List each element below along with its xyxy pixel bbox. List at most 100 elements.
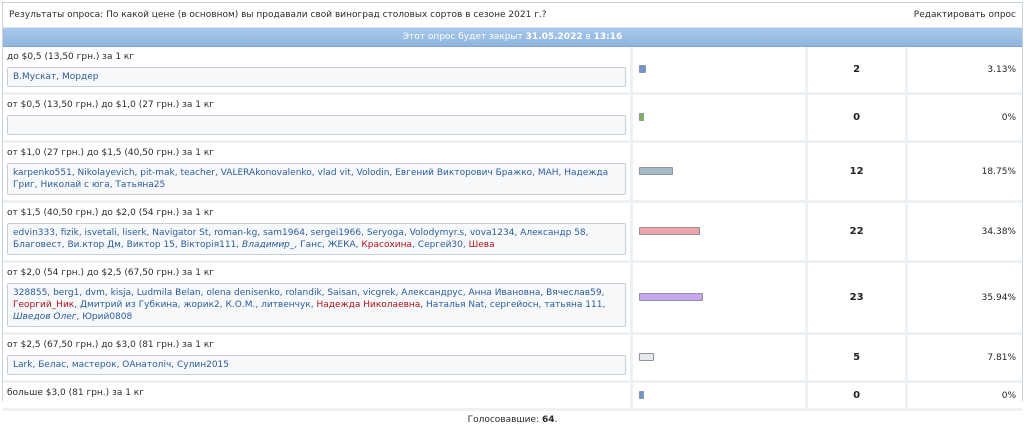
results-table: до $0,5 (13,50 грн.) за 1 кг В.Мускат, Мо… xyxy=(3,47,1022,411)
voter-link[interactable]: sergei1966 xyxy=(311,228,361,238)
voter-link[interactable]: Вячеслав59 xyxy=(546,288,601,298)
voter-link[interactable]: Шева xyxy=(469,240,495,250)
voter-link[interactable]: Татьяна25 xyxy=(115,180,165,190)
voter-link[interactable]: kisja xyxy=(111,288,131,298)
vote-count: 12 xyxy=(808,143,909,203)
voter-link[interactable]: Lark xyxy=(13,360,32,370)
voter-link[interactable]: Красохина xyxy=(361,240,412,250)
voters-total-label: Голосовавшие: xyxy=(467,415,540,425)
voter-link[interactable]: liserk xyxy=(122,228,146,238)
option-label: от $0,5 (13,50 грн.) до $1,0 (27 грн.) з… xyxy=(7,100,214,110)
voter-link[interactable]: Благовест xyxy=(13,240,62,250)
voter-link[interactable]: Navigator St xyxy=(152,228,208,238)
voters-list xyxy=(7,115,627,135)
voter-link[interactable]: Виктор 15 xyxy=(127,240,175,250)
voters-list: В.Мускат, Мордер xyxy=(7,67,627,87)
voter-link[interactable]: teacher xyxy=(181,168,215,178)
bar-cell xyxy=(633,263,809,335)
edit-poll-link[interactable]: Редактировать опрос xyxy=(914,10,1016,20)
voter-link[interactable]: татьяна 111 xyxy=(544,300,602,310)
voter-link[interactable]: мастерок xyxy=(72,360,117,370)
vote-count: 2 xyxy=(808,47,909,95)
result-bar xyxy=(639,167,674,175)
voter-separator: , xyxy=(602,300,606,310)
voter-link[interactable]: Александрус xyxy=(401,288,462,298)
vote-count: 23 xyxy=(808,263,909,335)
result-bar xyxy=(639,353,655,361)
option-cell: от $2,5 (67,50 грн.) до $3,0 (81 грн.) з… xyxy=(3,335,634,383)
voter-link[interactable]: Ви.ктор Дм xyxy=(67,240,120,250)
voter-link[interactable]: roman-kg xyxy=(214,228,257,238)
bar-cell xyxy=(633,95,809,143)
voter-link[interactable]: VALERAkonovalenko xyxy=(221,168,312,178)
voter-link[interactable]: Saisan xyxy=(327,288,357,298)
voter-link[interactable]: olena denisenko xyxy=(206,288,279,298)
voter-link[interactable]: vicgrek xyxy=(363,288,396,298)
poll-option-row: больше $3,0 (81 грн.) за 1 кг 0 0% xyxy=(3,383,1022,411)
voter-link[interactable]: isvetali xyxy=(85,228,117,238)
voter-link[interactable]: К.О.М. xyxy=(226,300,256,310)
voter-link[interactable]: ЖЕКА xyxy=(328,240,356,250)
voter-link[interactable]: karpenko551 xyxy=(13,168,72,178)
closing-prefix: Этот опрос будет закрыт xyxy=(402,32,523,42)
voter-link[interactable]: Евгений Викторович Бражко xyxy=(395,168,532,178)
voter-link[interactable]: Владимир_ xyxy=(242,240,294,250)
voter-link[interactable]: Шведов Олег xyxy=(13,312,76,322)
voter-link[interactable]: Николай с юга xyxy=(41,180,110,190)
voter-link[interactable]: Ганс xyxy=(300,240,322,250)
voter-separator: , xyxy=(585,228,589,238)
voter-link[interactable]: fizik xyxy=(61,228,79,238)
voter-link[interactable]: berg1 xyxy=(53,288,79,298)
vote-percent: 34.38% xyxy=(908,203,1022,263)
voter-link[interactable]: vlad vit xyxy=(318,168,351,178)
voter-link[interactable]: Ludmila Belan xyxy=(137,288,201,298)
option-cell: до $0,5 (13,50 грн.) за 1 кг В.Мускат, Мо… xyxy=(3,47,634,95)
voter-link[interactable]: Юрий0808 xyxy=(82,312,132,322)
voter-link[interactable]: Nikolayevich xyxy=(78,168,135,178)
voter-link[interactable]: Seryoga xyxy=(367,228,404,238)
voter-link[interactable]: Volodin xyxy=(357,168,390,178)
vote-count: 5 xyxy=(808,335,909,383)
voter-link[interactable]: МАН xyxy=(538,168,559,178)
voter-link[interactable]: литвенчук xyxy=(261,300,311,310)
option-label: от $1,0 (27 грн.) до $1,5 (40,50 грн.) з… xyxy=(7,148,214,158)
voter-link[interactable]: sam1964 xyxy=(263,228,305,238)
voter-link[interactable]: Георгий_Ник xyxy=(13,300,74,310)
voter-link[interactable]: Наталья Nat xyxy=(426,300,484,310)
voters-list: edvin333, fizik, isvetali, liserk, Navig… xyxy=(7,223,627,255)
voter-link[interactable]: Анна Ивановна xyxy=(468,288,540,298)
option-cell: от $1,0 (27 грн.) до $1,5 (40,50 грн.) з… xyxy=(3,143,634,203)
voter-link[interactable]: ОАнатоліч xyxy=(122,360,171,370)
voter-link[interactable]: Александр 58 xyxy=(520,228,585,238)
poll-option-row: до $0,5 (13,50 грн.) за 1 кг В.Мускат, Мо… xyxy=(3,47,1022,95)
voter-link[interactable]: сергейосн xyxy=(490,300,539,310)
option-label: от $2,5 (67,50 грн.) до $3,0 (81 грн.) з… xyxy=(7,340,214,350)
voter-link[interactable]: Надежда Николаевна xyxy=(316,300,420,310)
vote-percent: 35.94% xyxy=(908,263,1022,335)
poll-option-row: от $1,5 (40,50 грн.) до $2,0 (54 грн.) з… xyxy=(3,203,1022,263)
voter-link[interactable]: Volodymyr.s xyxy=(410,228,465,238)
poll-option-row: от $2,0 (54 грн.) до $2,5 (67,50 грн.) з… xyxy=(3,263,1022,335)
poll-option-row: от $1,0 (27 грн.) до $1,5 (40,50 грн.) з… xyxy=(3,143,1022,203)
vote-count: 0 xyxy=(808,383,909,411)
voters-total-count: 64 xyxy=(541,415,555,425)
voter-link[interactable]: dvm xyxy=(85,288,105,298)
poll-closing-banner: Этот опрос будет закрыт 31.05.2022 в 13:… xyxy=(3,28,1022,47)
voter-link[interactable]: Сулин2015 xyxy=(177,360,229,370)
voter-link[interactable]: Белас xyxy=(38,360,66,370)
bar-cell xyxy=(633,383,809,411)
voter-link[interactable]: Мордер xyxy=(62,72,98,82)
voter-link[interactable]: 328855 xyxy=(13,288,47,298)
voter-link[interactable]: жорик2 xyxy=(183,300,219,310)
closing-middle: в xyxy=(585,32,591,42)
voter-link[interactable]: rolandik xyxy=(286,288,322,298)
voter-link[interactable]: edvin333 xyxy=(13,228,55,238)
voter-link[interactable]: Вікторія111 xyxy=(181,240,237,250)
voter-link[interactable]: Дмитрий из Губкина xyxy=(80,300,178,310)
option-label: от $2,0 (54 грн.) до $2,5 (67,50 грн.) з… xyxy=(7,268,214,278)
voter-link[interactable]: Сергей30 xyxy=(418,240,463,250)
result-bar xyxy=(639,293,704,301)
voter-link[interactable]: vova1234 xyxy=(470,228,515,238)
voter-link[interactable]: В.Мускат xyxy=(13,72,56,82)
voter-link[interactable]: pit-mak xyxy=(140,168,174,178)
